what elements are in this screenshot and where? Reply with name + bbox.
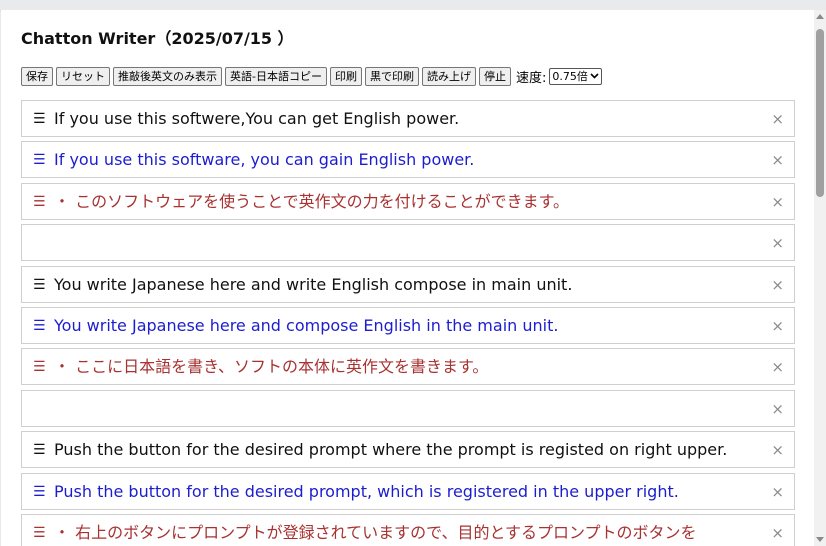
drag-handle-icon[interactable]: ☰ bbox=[33, 524, 46, 542]
text-row-translation[interactable]: ☰ ・ 右上のボタンにプロンプトが登録されていますので、目的とするプロンプトのボ… bbox=[21, 514, 795, 546]
row-text[interactable]: You write Japanese here and write Englis… bbox=[54, 275, 572, 295]
row-text[interactable]: Push the button for the desired prompt w… bbox=[54, 440, 727, 460]
text-row-empty[interactable]: × bbox=[21, 224, 795, 261]
scroll-down-arrow-icon[interactable] bbox=[816, 537, 824, 542]
speed-select[interactable]: 0.75倍 bbox=[549, 67, 602, 85]
stop-button[interactable]: 停止 bbox=[478, 66, 511, 86]
text-row-original[interactable]: ☰ Push the button for the desired prompt… bbox=[21, 431, 795, 468]
drag-handle-icon[interactable]: ☰ bbox=[33, 483, 46, 501]
drag-handle-icon[interactable]: ☰ bbox=[33, 193, 46, 211]
close-icon[interactable]: × bbox=[771, 276, 784, 294]
row-text[interactable]: ・ このソフトウェアを使うことで英作文の力を付けることができます。 bbox=[54, 192, 569, 212]
close-icon[interactable]: × bbox=[771, 151, 784, 169]
row-text[interactable]: If you use this software, you can gain E… bbox=[54, 150, 474, 170]
read-aloud-button[interactable]: 読み上げ bbox=[421, 66, 476, 86]
page-title: Chatton Writer（2025/07/15 ） bbox=[21, 29, 294, 48]
drag-handle-icon[interactable]: ☰ bbox=[33, 276, 46, 294]
copy-english-japanese-button[interactable]: 英語-日本語コピー bbox=[225, 66, 327, 86]
drag-handle-icon[interactable]: ☰ bbox=[33, 110, 46, 128]
row-text[interactable]: Push the button for the desired prompt, … bbox=[54, 482, 679, 502]
row-text[interactable]: ・ 右上のボタンにプロンプトが登録されていますので、目的とするプロンプトのボタン… bbox=[54, 523, 697, 543]
drag-handle-icon[interactable]: ☰ bbox=[33, 358, 46, 376]
scrollbar-thumb[interactable] bbox=[816, 29, 824, 197]
close-icon[interactable]: × bbox=[771, 400, 784, 418]
text-row-corrected[interactable]: ☰ You write Japanese here and compose En… bbox=[21, 307, 795, 344]
save-button[interactable]: 保存 bbox=[21, 66, 53, 86]
row-text[interactable]: ・ ここに日本語を書き、ソフトの本体に英作文を書きます。 bbox=[54, 357, 488, 377]
text-row-translation[interactable]: ☰ ・ ここに日本語を書き、ソフトの本体に英作文を書きます。 × bbox=[21, 348, 795, 385]
close-icon[interactable]: × bbox=[771, 358, 784, 376]
text-row-original[interactable]: ☰ You write Japanese here and write Engl… bbox=[21, 266, 795, 303]
text-row-corrected[interactable]: ☰ Push the button for the desired prompt… bbox=[21, 473, 795, 510]
drag-handle-icon[interactable]: ☰ bbox=[33, 441, 46, 459]
close-icon[interactable]: × bbox=[771, 234, 784, 252]
close-icon[interactable]: × bbox=[771, 110, 784, 128]
row-text[interactable]: If you use this softwere,You can get Eng… bbox=[54, 109, 459, 129]
drag-handle-icon[interactable]: ☰ bbox=[33, 151, 46, 169]
print-button[interactable]: 印刷 bbox=[329, 66, 362, 86]
close-icon[interactable]: × bbox=[771, 317, 784, 335]
reset-button[interactable]: リセット bbox=[56, 66, 110, 86]
close-icon[interactable]: × bbox=[771, 193, 784, 211]
chevron-down-icon bbox=[590, 73, 599, 79]
text-row-corrected[interactable]: ☰ If you use this software, you can gain… bbox=[21, 141, 795, 178]
row-text[interactable]: You write Japanese here and compose Engl… bbox=[54, 316, 558, 336]
text-row-empty[interactable]: × bbox=[21, 390, 795, 427]
toolbar: 保存 リセット 推敲後英文のみ表示 英語-日本語コピー 印刷 黒で印刷 読み上げ… bbox=[21, 66, 602, 86]
close-icon[interactable]: × bbox=[771, 441, 784, 459]
show-revised-only-button[interactable]: 推敲後英文のみ表示 bbox=[113, 66, 222, 86]
close-icon[interactable]: × bbox=[771, 524, 784, 542]
print-black-button[interactable]: 黒で印刷 bbox=[364, 66, 419, 86]
vertical-scrollbar[interactable] bbox=[814, 10, 826, 546]
text-row-original[interactable]: ☰ If you use this softwere,You can get E… bbox=[21, 100, 795, 137]
close-icon[interactable]: × bbox=[771, 483, 784, 501]
speed-value: 0.75倍 bbox=[552, 70, 588, 83]
speed-label: 速度: bbox=[515, 70, 547, 86]
text-row-translation[interactable]: ☰ ・ このソフトウェアを使うことで英作文の力を付けることができます。 × bbox=[21, 183, 795, 220]
scroll-up-arrow-icon[interactable] bbox=[816, 14, 824, 19]
drag-handle-icon[interactable]: ☰ bbox=[33, 317, 46, 335]
app-window: Chatton Writer（2025/07/15 ） 保存 リセット 推敲後英… bbox=[1, 10, 826, 546]
